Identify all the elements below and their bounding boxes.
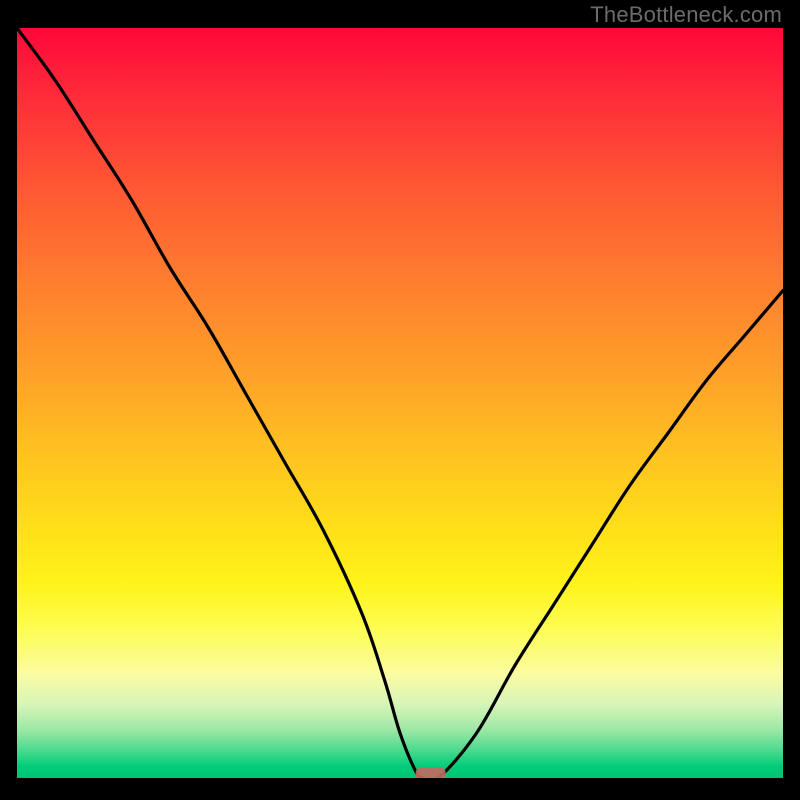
chart-background-gradient <box>17 28 783 778</box>
optimal-point-marker <box>416 767 446 778</box>
chart-svg <box>17 28 783 778</box>
bottleneck-line-chart <box>17 28 783 778</box>
watermark-text: TheBottleneck.com <box>590 2 782 28</box>
chart-frame: TheBottleneck.com <box>0 0 800 800</box>
